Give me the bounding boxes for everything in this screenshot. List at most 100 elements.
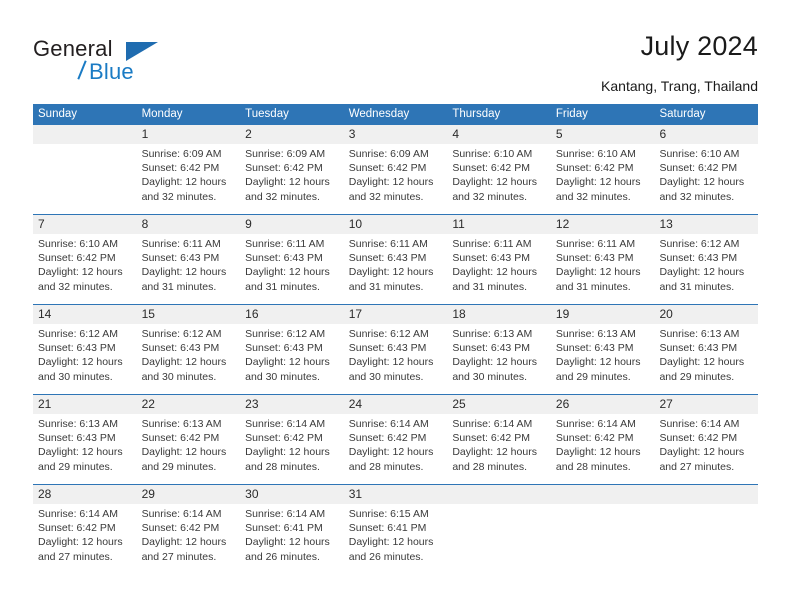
daylight-text-cont: and 29 minutes. (659, 370, 735, 383)
day-cell-empty (654, 504, 758, 574)
day-cell[interactable]: Sunrise: 6:11 AM Sunset: 6:43 PM Daylight:… (240, 234, 344, 304)
day-cell[interactable]: Sunrise: 6:15 AM Sunset: 6:41 PM Daylight:… (344, 504, 448, 574)
day-number[interactable]: 26 (551, 395, 655, 414)
day-number[interactable]: 19 (551, 305, 655, 324)
day-cell[interactable]: Sunrise: 6:12 AM Sunset: 6:43 PM Daylight:… (33, 324, 137, 394)
calendar-grid: Sunday Monday Tuesday Wednesday Thursday Frid… (33, 104, 758, 574)
day-number[interactable]: 27 (654, 395, 758, 414)
day-cell[interactable]: Sunrise: 6:13 AM Sunset: 6:43 PM Daylight:… (447, 324, 551, 394)
daylight-text: Daylight: 12 hours (555, 176, 641, 189)
day-cell[interactable]: Sunrise: 6:11 AM Sunset: 6:43 PM Daylight:… (137, 234, 241, 304)
daylight-text: Daylight: 12 hours (141, 446, 227, 459)
day-cell[interactable]: Sunrise: 6:13 AM Sunset: 6:43 PM Daylight:… (551, 324, 655, 394)
sunrise-text: Sunrise: 6:11 AM (245, 238, 325, 250)
day-number[interactable]: 23 (240, 395, 344, 414)
day-cell[interactable]: Sunrise: 6:12 AM Sunset: 6:43 PM Daylight:… (240, 324, 344, 394)
day-cell[interactable]: Sunrise: 6:09 AM Sunset: 6:42 PM Daylight:… (240, 144, 344, 214)
day-number[interactable]: 16 (240, 305, 344, 324)
day-number[interactable]: 2 (240, 125, 344, 144)
day-number[interactable]: 10 (344, 215, 448, 234)
daylight-text: Daylight: 12 hours (659, 266, 745, 279)
day-cell[interactable]: Sunrise: 6:11 AM Sunset: 6:43 PM Daylight:… (344, 234, 448, 304)
sunset-text: Sunset: 6:42 PM (555, 162, 634, 175)
day-number[interactable]: 17 (344, 305, 448, 324)
day-cell[interactable]: Sunrise: 6:14 AM Sunset: 6:42 PM Daylight:… (240, 414, 344, 484)
day-cell[interactable]: Sunrise: 6:11 AM Sunset: 6:43 PM Daylight:… (551, 234, 655, 304)
day-number[interactable]: 11 (447, 215, 551, 234)
day-number[interactable]: 7 (33, 215, 137, 234)
daylight-text: Daylight: 12 hours (245, 446, 330, 459)
day-cell[interactable]: Sunrise: 6:12 AM Sunset: 6:43 PM Daylight:… (654, 234, 758, 304)
day-number[interactable]: 12 (551, 215, 655, 234)
day-number[interactable]: 18 (447, 305, 551, 324)
day-cell[interactable]: Sunrise: 6:14 AM Sunset: 6:42 PM Daylight:… (551, 414, 655, 484)
day-number[interactable]: 13 (654, 215, 758, 234)
sunrise-text: Sunrise: 6:14 AM (348, 418, 429, 430)
day-number[interactable]: 24 (344, 395, 448, 414)
page-header: General Blue July 2024 Kantang, Trang, T… (0, 0, 792, 104)
day-cell[interactable]: Sunrise: 6:12 AM Sunset: 6:43 PM Daylight:… (137, 324, 241, 394)
day-cell[interactable]: Sunrise: 6:14 AM Sunset: 6:42 PM Daylight:… (344, 414, 448, 484)
day-cell-empty (33, 144, 137, 214)
weekday-header-wednesday: Wednesday (348, 108, 410, 120)
weekday-header-row: Sunday Monday Tuesday Wednesday Thursday Frid… (33, 104, 758, 125)
day-cell[interactable]: Sunrise: 6:14 AM Sunset: 6:42 PM Daylight:… (447, 414, 551, 484)
daylight-text: Daylight: 12 hours (348, 266, 434, 279)
day-number[interactable]: 8 (137, 215, 241, 234)
day-cell[interactable]: Sunrise: 6:14 AM Sunset: 6:42 PM Daylight:… (33, 504, 137, 574)
daylight-text: Daylight: 12 hours (452, 446, 537, 459)
day-number[interactable]: 1 (137, 125, 241, 144)
daylight-text-cont: and 31 minutes. (245, 280, 320, 293)
day-cell[interactable]: Sunrise: 6:09 AM Sunset: 6:42 PM Daylight:… (137, 144, 241, 214)
day-number[interactable]: 5 (551, 125, 655, 144)
day-number[interactable]: 9 (240, 215, 344, 234)
day-number[interactable]: 6 (654, 125, 758, 144)
daylight-text: Daylight: 12 hours (38, 356, 123, 369)
day-number-band: 28 29 30 31 (33, 485, 758, 504)
day-number[interactable]: 4 (447, 125, 551, 144)
day-number[interactable]: 30 (240, 485, 344, 504)
day-number[interactable]: 25 (447, 395, 551, 414)
daylight-text-cont: and 32 minutes. (141, 190, 217, 203)
sunrise-text: Sunrise: 6:14 AM (452, 418, 533, 430)
daylight-text: Daylight: 12 hours (555, 266, 641, 279)
daylight-text-cont: and 30 minutes. (348, 370, 424, 383)
sunset-text: Sunset: 6:42 PM (38, 522, 116, 535)
day-cell[interactable]: Sunrise: 6:13 AM Sunset: 6:42 PM Daylight:… (137, 414, 241, 484)
day-cell[interactable]: Sunrise: 6:12 AM Sunset: 6:43 PM Daylight:… (344, 324, 448, 394)
day-number[interactable]: 20 (654, 305, 758, 324)
sunrise-text: Sunrise: 6:09 AM (348, 148, 429, 160)
day-cell[interactable]: Sunrise: 6:14 AM Sunset: 6:42 PM Daylight:… (137, 504, 241, 574)
day-number[interactable]: 22 (137, 395, 241, 414)
day-cell[interactable]: Sunrise: 6:11 AM Sunset: 6:43 PM Daylight:… (447, 234, 551, 304)
sunrise-text: Sunrise: 6:10 AM (452, 148, 533, 160)
day-number[interactable]: 31 (344, 485, 448, 504)
day-cell[interactable]: Sunrise: 6:13 AM Sunset: 6:43 PM Daylight:… (654, 324, 758, 394)
day-number[interactable]: 14 (33, 305, 137, 324)
daylight-text-cont: and 32 minutes. (245, 190, 320, 203)
day-cell[interactable]: Sunrise: 6:09 AM Sunset: 6:42 PM Daylight:… (344, 144, 448, 214)
daylight-text-cont: and 28 minutes. (555, 460, 631, 473)
day-cell[interactable]: Sunrise: 6:10 AM Sunset: 6:42 PM Daylight:… (447, 144, 551, 214)
day-number[interactable]: 3 (344, 125, 448, 144)
day-number[interactable]: 28 (33, 485, 137, 504)
sunrise-text: Sunrise: 6:12 AM (348, 328, 429, 340)
day-number[interactable]: 15 (137, 305, 241, 324)
daylight-text-cont: and 32 minutes. (555, 190, 631, 203)
daylight-text-cont: and 31 minutes. (659, 280, 735, 293)
day-cell[interactable]: Sunrise: 6:10 AM Sunset: 6:42 PM Daylight:… (33, 234, 137, 304)
day-cell[interactable]: Sunrise: 6:14 AM Sunset: 6:41 PM Daylight:… (240, 504, 344, 574)
daylight-text-cont: and 27 minutes. (141, 550, 217, 563)
day-cell[interactable]: Sunrise: 6:10 AM Sunset: 6:42 PM Daylight:… (551, 144, 655, 214)
daylight-text: Daylight: 12 hours (659, 356, 745, 369)
daylight-text: Daylight: 12 hours (659, 446, 745, 459)
day-number[interactable]: 29 (137, 485, 241, 504)
daylight-text-cont: and 26 minutes. (245, 550, 320, 563)
daylight-text-cont: and 32 minutes. (452, 190, 528, 203)
sunset-text: Sunset: 6:43 PM (452, 342, 530, 355)
day-cell[interactable]: Sunrise: 6:10 AM Sunset: 6:42 PM Daylight:… (654, 144, 758, 214)
day-cell[interactable]: Sunrise: 6:14 AM Sunset: 6:42 PM Daylight:… (654, 414, 758, 484)
daylight-text-cont: and 27 minutes. (659, 460, 735, 473)
day-number[interactable]: 21 (33, 395, 137, 414)
day-cell[interactable]: Sunrise: 6:13 AM Sunset: 6:43 PM Daylight:… (33, 414, 137, 484)
